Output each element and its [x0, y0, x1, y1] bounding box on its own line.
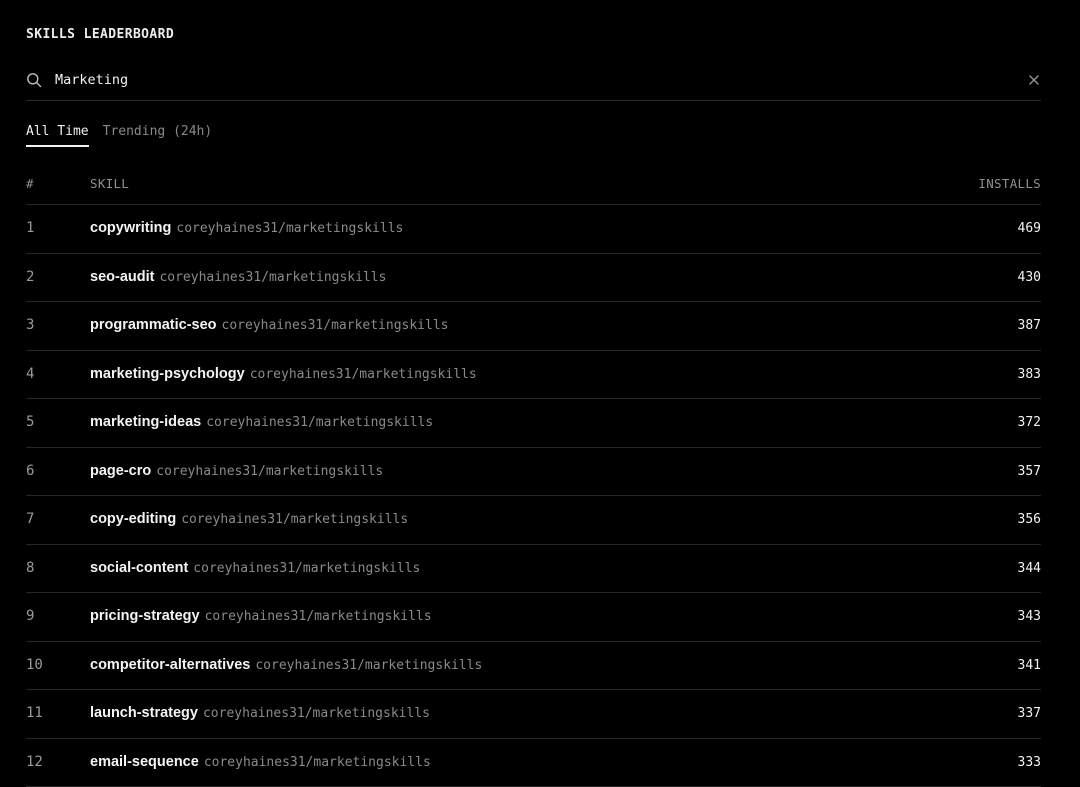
skill-name[interactable]: pricing-strategy	[90, 608, 200, 624]
row-rank: 7	[26, 511, 34, 527]
row-skill: copywriting coreyhaines31/marketingskills	[90, 219, 403, 237]
skill-name[interactable]: copywriting	[90, 220, 171, 236]
skill-repo: coreyhaines31/marketingskills	[205, 609, 432, 624]
skill-repo: coreyhaines31/marketingskills	[203, 706, 430, 721]
table-row[interactable]: 9 pricing-strategy coreyhaines31/marketin…	[26, 593, 1041, 642]
table-row[interactable]: 11 launch-strategy coreyhaines31/marketin…	[26, 690, 1041, 739]
row-rank: 9	[26, 608, 34, 624]
row-installs: 430	[1018, 270, 1041, 285]
row-skill: marketing-ideas coreyhaines31/marketingsk…	[90, 413, 433, 431]
table-row[interactable]: 5 marketing-ideas coreyhaines31/marketing…	[26, 399, 1041, 448]
row-installs: 344	[1018, 561, 1041, 576]
table-row[interactable]: 6 page-crocoreyhaines31/marketingskills …	[26, 448, 1041, 497]
leaderboard-table: 1 copywriting coreyhaines31/marketingskil…	[26, 205, 1041, 787]
row-rank: 1	[26, 220, 34, 236]
table-row[interactable]: 1 copywriting coreyhaines31/marketingskil…	[26, 205, 1041, 254]
column-header-skill: SKILL	[90, 176, 129, 191]
row-rank: 2	[26, 269, 34, 285]
row-skill: seo-audit coreyhaines31/marketingskills	[90, 268, 386, 286]
table-row[interactable]: 3 programmatic-seo coreyhaines31/marketin…	[26, 302, 1041, 351]
close-icon[interactable]	[1027, 73, 1041, 87]
search-icon	[26, 72, 42, 88]
row-skill: page-cro coreyhaines31/marketingskills	[90, 462, 383, 480]
row-rank: 4	[26, 366, 34, 382]
skill-name[interactable]: social-content	[90, 560, 188, 576]
row-rank: 3	[26, 317, 34, 333]
row-installs: 387	[1018, 318, 1041, 333]
skill-repo: coreyhaines31/marketingskills	[193, 561, 420, 576]
row-installs: 333	[1018, 755, 1041, 770]
search-bar	[26, 64, 1041, 101]
skill-repo: coreyhaines31/marketingskills	[156, 464, 383, 479]
table-row[interactable]: 8 social-content coreyhaines31/marketings…	[26, 545, 1041, 594]
row-installs: 357	[1018, 464, 1041, 479]
tab-trending-24h[interactable]: Trending (24h)	[103, 124, 213, 147]
tab-bar: All Time Trending (24h)	[26, 124, 226, 147]
row-skill: launch-strategy coreyhaines31/marketingsk…	[90, 704, 430, 722]
table-row[interactable]: 10 competitor-alternatives coreyhaines31/…	[26, 642, 1041, 691]
skill-repo: coreyhaines31/marketingskills	[206, 415, 433, 430]
skill-name[interactable]: competitor-alternatives	[90, 657, 250, 673]
skill-repo: coreyhaines31/marketingskills	[176, 221, 403, 236]
row-installs: 372	[1018, 415, 1041, 430]
row-installs: 383	[1018, 367, 1041, 382]
skill-name[interactable]: seo-audit	[90, 269, 154, 285]
row-rank: 10	[26, 657, 43, 673]
row-rank: 6	[26, 463, 34, 479]
skill-name[interactable]: launch-strategy	[90, 705, 198, 721]
row-skill: marketing-psychology coreyhaines31/market…	[90, 365, 477, 383]
page-title: SKILLS LEADERBOARD	[26, 27, 174, 42]
skill-repo: coreyhaines31/marketingskills	[250, 367, 477, 382]
row-rank: 11	[26, 705, 43, 721]
table-row[interactable]: 2 seo-audit coreyhaines31/marketingskills…	[26, 254, 1041, 303]
skill-repo: coreyhaines31/marketingskills	[204, 755, 431, 770]
row-skill: email-sequence coreyhaines31/marketingski…	[90, 753, 431, 771]
skill-name[interactable]: copy-editing	[90, 511, 176, 527]
row-skill: competitor-alternatives coreyhaines31/mar…	[90, 656, 482, 674]
search-input[interactable]	[55, 70, 1027, 90]
tab-all-time[interactable]: All Time	[26, 124, 89, 147]
row-skill: programmatic-seo coreyhaines31/marketings…	[90, 316, 449, 334]
row-rank: 5	[26, 414, 34, 430]
skill-name[interactable]: programmatic-seo	[90, 317, 217, 333]
row-installs: 341	[1018, 658, 1041, 673]
skill-repo: coreyhaines31/marketingskills	[222, 318, 449, 333]
skill-repo: coreyhaines31/marketingskills	[159, 270, 386, 285]
row-installs: 337	[1018, 706, 1041, 721]
row-skill: social-content coreyhaines31/marketingski…	[90, 559, 420, 577]
row-rank: 12	[26, 754, 43, 770]
skill-name[interactable]: page-cro	[90, 463, 151, 479]
skill-repo: coreyhaines31/marketingskills	[181, 512, 408, 527]
table-header: # SKILL INSTALLS	[26, 172, 1041, 205]
table-row[interactable]: 12 email-sequence coreyhaines31/marketing…	[26, 739, 1041, 787]
row-skill: pricing-strategy coreyhaines31/marketings…	[90, 607, 432, 625]
table-row[interactable]: 7 copy-editing coreyhaines31/marketingski…	[26, 496, 1041, 545]
row-installs: 356	[1018, 512, 1041, 527]
column-header-rank: #	[26, 176, 34, 191]
table-row[interactable]: 4 marketing-psychology coreyhaines31/mark…	[26, 351, 1041, 400]
row-installs: 343	[1018, 609, 1041, 624]
skill-name[interactable]: marketing-ideas	[90, 414, 201, 430]
row-skill: copy-editing coreyhaines31/marketingskill…	[90, 510, 408, 528]
skill-repo: coreyhaines31/marketingskills	[255, 658, 482, 673]
row-installs: 469	[1018, 221, 1041, 236]
column-header-installs: INSTALLS	[978, 176, 1041, 191]
row-rank: 8	[26, 560, 34, 576]
skill-name[interactable]: email-sequence	[90, 754, 199, 770]
skill-name[interactable]: marketing-psychology	[90, 366, 245, 382]
